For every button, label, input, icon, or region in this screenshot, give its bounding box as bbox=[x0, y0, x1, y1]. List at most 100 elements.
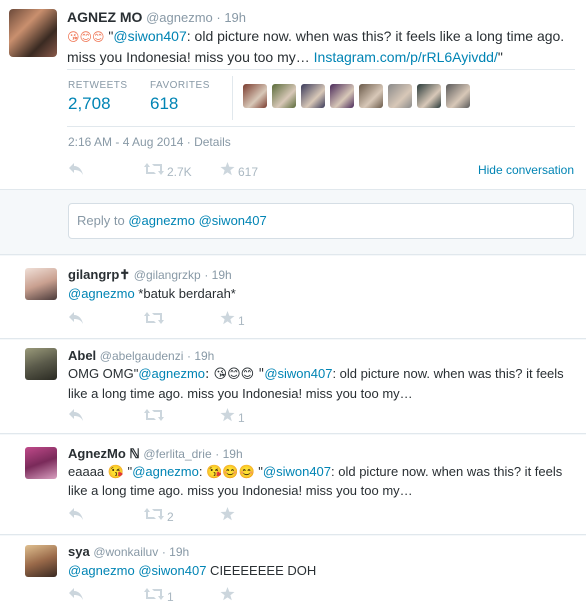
favoriter-avatar[interactable] bbox=[446, 84, 470, 108]
reply-tweet: sya @wonkailuv · 19h @agnezmo @siwon407 … bbox=[0, 536, 586, 610]
hide-conversation-link[interactable]: Hide conversation bbox=[478, 163, 574, 177]
reply-input[interactable]: Reply to @agnezmo @siwon407 bbox=[68, 203, 574, 239]
reply-text-part: CIEEEEEEE DOH bbox=[206, 563, 317, 578]
retweet-icon bbox=[144, 508, 164, 520]
retweets-value[interactable]: 2,708 bbox=[68, 94, 128, 114]
reply-actions: 1 bbox=[68, 587, 288, 605]
retweet-count: 2.7K bbox=[167, 165, 192, 179]
details-link[interactable]: Details bbox=[194, 135, 231, 149]
favorite-count: 617 bbox=[238, 165, 259, 179]
main-tweet-screen-name[interactable]: @agnezmo bbox=[146, 10, 213, 25]
favorite-button[interactable]: 1 bbox=[220, 311, 245, 328]
favorite-button[interactable]: 617 bbox=[220, 162, 258, 179]
reply-prefix: Reply to bbox=[77, 213, 129, 228]
retweet-button[interactable]: 1 bbox=[144, 587, 174, 604]
reply-fullname[interactable]: AgnezMo ℕ bbox=[68, 446, 140, 461]
reply-screen-name[interactable]: @abelgaudenzi bbox=[100, 349, 184, 363]
reply-button[interactable] bbox=[68, 162, 84, 179]
reply-screen-name[interactable]: @wonkailuv bbox=[93, 545, 158, 559]
favoriter-avatar[interactable] bbox=[330, 84, 354, 108]
retweet-button[interactable] bbox=[144, 408, 167, 425]
divider bbox=[232, 76, 233, 120]
reply-header: gilangrp✝ @gilangrzkp · 19h bbox=[68, 267, 232, 283]
main-tweet-time[interactable]: · 19h bbox=[216, 10, 246, 25]
reply-box-area: Reply to @agnezmo @siwon407 bbox=[0, 191, 586, 255]
reply-screen-name[interactable]: @ferlita_drie bbox=[143, 447, 211, 461]
retweets-label: RETWEETS bbox=[68, 80, 128, 91]
reply-fullname[interactable]: Abel bbox=[68, 348, 96, 363]
favorite-button[interactable]: 1 bbox=[220, 408, 245, 425]
reply-time[interactable]: · 19h bbox=[204, 268, 231, 282]
retweet-button[interactable]: 2.7K bbox=[144, 162, 192, 179]
favoriter-avatar[interactable] bbox=[359, 84, 383, 108]
reply-text: @agnezmo @siwon407 CIEEEEEEE DOH bbox=[68, 561, 576, 580]
favorites-value[interactable]: 618 bbox=[150, 94, 210, 114]
favorites-label: FAVORITES bbox=[150, 80, 210, 91]
retweet-icon bbox=[144, 163, 164, 175]
reply-fullname[interactable]: gilangrp✝ bbox=[68, 267, 130, 282]
retweet-icon bbox=[144, 588, 164, 600]
kiss-face-icon: : 😘😊😊 " bbox=[205, 367, 265, 382]
reply-text-part: : 😘😊😊 " bbox=[198, 464, 263, 479]
main-tweet-text: 😘😊😊 "@siwon407: old picture now. when wa… bbox=[67, 26, 577, 67]
kiss-face-icon: 😘😊😊 bbox=[67, 30, 105, 44]
star-icon bbox=[220, 162, 235, 176]
retweet-button[interactable]: 2 bbox=[144, 507, 174, 524]
mention-link[interactable]: @siwon407 bbox=[264, 366, 332, 381]
main-tweet-header: AGNEZ MO @agnezmo · 19h bbox=[67, 9, 246, 25]
reply-time[interactable]: · 19h bbox=[162, 545, 189, 559]
retweet-icon bbox=[144, 312, 164, 324]
retweet-count: 1 bbox=[167, 590, 174, 604]
reply-text: OMG OMG"@agnezmo: 😘😊😊 "@siwon407: old pi… bbox=[68, 364, 576, 403]
reply-text: @agnezmo *batuk berdarah* bbox=[68, 284, 576, 303]
divider bbox=[67, 69, 575, 70]
mention-link[interactable]: @agnezmo bbox=[68, 286, 135, 301]
reply-fullname[interactable]: sya bbox=[68, 544, 90, 559]
reply-actions: 1 bbox=[68, 311, 288, 329]
reply-avatar[interactable] bbox=[25, 545, 57, 577]
favoriter-avatar[interactable] bbox=[417, 84, 441, 108]
reply-tweet: Abel @abelgaudenzi · 19h OMG OMG"@agnezm… bbox=[0, 340, 586, 434]
star-icon bbox=[220, 587, 235, 601]
main-tweet: AGNEZ MO @agnezmo · 19h 😘😊😊 "@siwon407: … bbox=[0, 0, 586, 190]
reply-screen-name[interactable]: @gilangrzkp bbox=[134, 268, 201, 282]
favorite-button[interactable] bbox=[220, 507, 238, 524]
reply-icon bbox=[69, 409, 83, 421]
main-tweet-avatar[interactable] bbox=[9, 9, 57, 57]
instagram-link[interactable]: Instagram.com/p/rRL6Ayivdd/ bbox=[314, 49, 498, 65]
reply-time[interactable]: · 19h bbox=[187, 349, 214, 363]
reply-button[interactable] bbox=[68, 507, 84, 524]
mention-link[interactable]: @agnezmo bbox=[132, 464, 199, 479]
reply-avatar[interactable] bbox=[25, 447, 57, 479]
mention-link[interactable]: @agnezmo bbox=[68, 563, 135, 578]
reply-text-part: eaaaa 😘 " bbox=[68, 464, 133, 479]
favorite-button[interactable] bbox=[220, 587, 238, 604]
reply-header: Abel @abelgaudenzi · 19h bbox=[68, 348, 214, 363]
reply-avatar[interactable] bbox=[25, 348, 57, 380]
favoriter-avatar[interactable] bbox=[272, 84, 296, 108]
reply-text: eaaaa 😘 "@agnezmo: 😘😊😊 "@siwon407: old p… bbox=[68, 462, 576, 500]
retweets-stat[interactable]: RETWEETS 2,708 bbox=[68, 80, 128, 114]
reply-time[interactable]: · 19h bbox=[215, 447, 242, 461]
favoriter-avatar[interactable] bbox=[243, 84, 267, 108]
mention-link[interactable]: @siwon407 bbox=[263, 464, 331, 479]
mention-link[interactable]: @siwon407 bbox=[138, 563, 206, 578]
reply-button[interactable] bbox=[68, 408, 84, 425]
reply-mentions: @agnezmo @siwon407 bbox=[128, 213, 267, 228]
favoriter-avatar[interactable] bbox=[388, 84, 412, 108]
favorite-count: 1 bbox=[238, 411, 245, 425]
reply-actions: 1 bbox=[68, 408, 288, 426]
reply-icon bbox=[69, 163, 83, 175]
mention-link[interactable]: @siwon407 bbox=[113, 28, 186, 44]
favorite-count: 1 bbox=[238, 314, 245, 328]
favorites-stat[interactable]: FAVORITES 618 bbox=[150, 80, 210, 114]
favoriter-avatar[interactable] bbox=[301, 84, 325, 108]
reply-avatar[interactable] bbox=[25, 268, 57, 300]
tweet-datetime: 2:16 AM - 4 Aug 2014 · Details bbox=[68, 135, 231, 149]
main-tweet-fullname[interactable]: AGNEZ MO bbox=[67, 9, 142, 25]
reply-button[interactable] bbox=[68, 311, 84, 328]
datetime-text[interactable]: 2:16 AM - 4 Aug 2014 bbox=[68, 135, 183, 149]
retweet-button[interactable] bbox=[144, 311, 167, 328]
mention-link[interactable]: @agnezmo bbox=[138, 366, 205, 381]
reply-button[interactable] bbox=[68, 587, 84, 604]
